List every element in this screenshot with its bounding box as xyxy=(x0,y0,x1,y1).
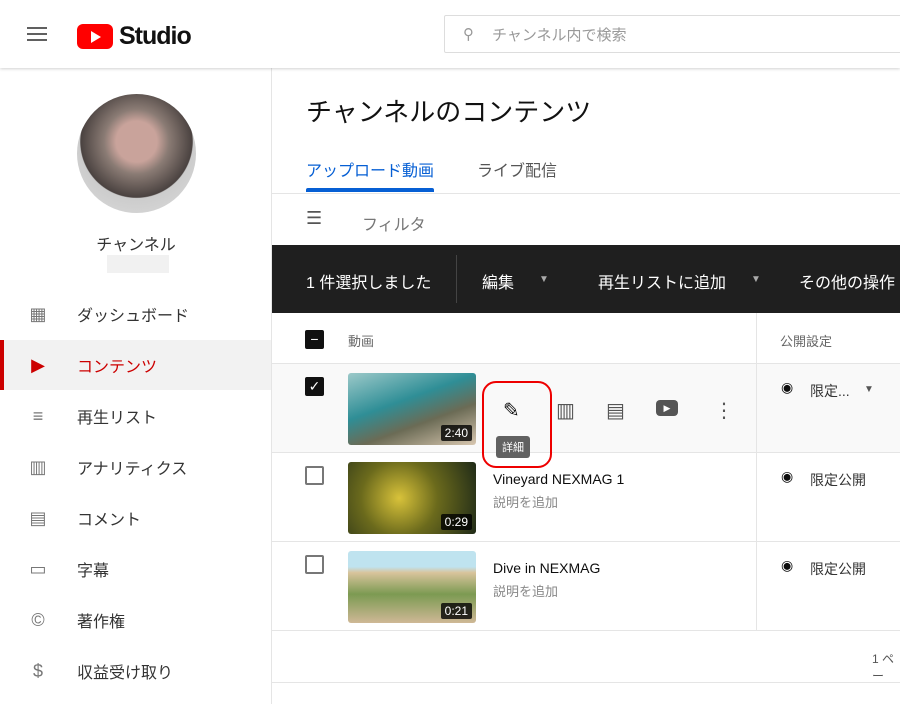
duration: 2:40 xyxy=(440,425,472,441)
column-divider xyxy=(756,313,757,631)
top-bar: Studio ⚲ チャンネル内で検索 xyxy=(0,0,900,68)
tab-live[interactable]: ライブ配信 xyxy=(477,157,557,181)
label: ダッシュボード xyxy=(77,308,190,325)
chevron-down-icon[interactable]: ▼ xyxy=(751,274,761,285)
sidebar-item-monetization[interactable]: $ 収益受け取り xyxy=(0,646,271,696)
edit-dropdown[interactable]: 編集 xyxy=(482,269,514,293)
column-header-visibility: 公開設定 xyxy=(780,334,833,349)
page-title: チャンネルのコンテンツ xyxy=(306,97,592,127)
divider xyxy=(272,193,900,194)
video-description[interactable]: 説明を追加 xyxy=(493,492,558,511)
active-tab-indicator xyxy=(306,188,434,192)
video-title[interactable]: Vineyard NEXMAG 1 xyxy=(493,471,624,487)
video-title[interactable]: Dive in NEXMAG xyxy=(493,560,600,576)
menu-icon[interactable] xyxy=(27,27,47,41)
selection-bar: 1 件選択しました 編集 ▼ 再生リストに追加 ▼ その他の操作 xyxy=(272,245,900,313)
visibility-dropdown[interactable]: 限定... xyxy=(810,381,850,401)
youtube-studio-logo[interactable]: Studio xyxy=(77,22,192,51)
logo-text: Studio xyxy=(119,22,192,50)
channel-name: チャンネル xyxy=(96,237,176,254)
search-placeholder: チャンネル内で検索 xyxy=(492,26,627,44)
row-checkbox[interactable] xyxy=(305,466,324,485)
visibility-label[interactable]: 限定公開 xyxy=(810,470,866,490)
youtube-play-icon xyxy=(77,24,113,49)
comments-icon[interactable]: ▤ xyxy=(606,398,625,423)
column-header-video: 動画 xyxy=(348,334,375,349)
video-thumbnail[interactable]: 2:40 xyxy=(348,373,476,445)
comment-icon: ▤ xyxy=(29,508,47,528)
pagination-label: 1 ペー xyxy=(872,652,895,683)
label: コンテンツ xyxy=(77,359,158,376)
selection-count: 1 件選択しました xyxy=(306,275,432,292)
content-icon: ▶ xyxy=(31,355,45,375)
video-thumbnail[interactable]: 0:29 xyxy=(348,462,476,534)
divider xyxy=(456,255,457,303)
add-to-playlist-dropdown[interactable]: 再生リストに追加 xyxy=(598,269,726,293)
tab-uploads[interactable]: アップロード動画 xyxy=(306,157,434,181)
subtitles-icon: ▭ xyxy=(29,559,47,579)
avatar[interactable] xyxy=(77,94,196,213)
dashboard-icon: ▦ xyxy=(29,304,47,324)
label: 著作権 xyxy=(77,614,126,631)
sidebar-item-content[interactable]: ▶ コンテンツ xyxy=(0,340,271,390)
video-thumbnail[interactable]: 0:21 xyxy=(348,551,476,623)
select-all-checkbox[interactable]: − xyxy=(305,330,324,349)
sidebar-item-subtitles[interactable]: ▭ 字幕 xyxy=(0,544,271,594)
filter-input[interactable]: フィルタ xyxy=(362,211,426,235)
eye-icon: ◉ xyxy=(781,379,794,395)
label: 再生リスト xyxy=(77,410,158,427)
chevron-down-icon[interactable]: ▼ xyxy=(864,384,874,395)
playlist-icon: ≡ xyxy=(32,406,44,426)
duration: 0:29 xyxy=(440,514,472,530)
duration: 0:21 xyxy=(440,603,472,619)
more-actions-dropdown[interactable]: その他の操作 xyxy=(799,269,895,293)
row-checkbox[interactable]: ✓ xyxy=(305,377,324,396)
sidebar-item-playlists[interactable]: ≡ 再生リスト xyxy=(0,391,271,441)
search-icon: ⚲ xyxy=(463,26,474,43)
sidebar-item-dashboard[interactable]: ▦ ダッシュボード xyxy=(0,289,271,339)
chevron-down-icon[interactable]: ▼ xyxy=(539,274,549,285)
video-description[interactable]: 説明を追加 xyxy=(493,581,558,600)
copyright-icon: © xyxy=(31,610,45,630)
label: アナリティクス xyxy=(77,461,188,478)
dollar-icon: $ xyxy=(32,661,43,681)
label: 収益受け取り xyxy=(77,665,174,682)
row-checkbox[interactable] xyxy=(305,555,324,574)
more-vert-icon[interactable]: ⋮ xyxy=(714,398,734,423)
sidebar-item-copyright[interactable]: © 著作権 xyxy=(0,595,271,645)
edit-pencil-icon[interactable]: ✎ xyxy=(503,398,520,423)
divider xyxy=(272,682,900,683)
label: 字幕 xyxy=(77,563,110,580)
search-input[interactable]: ⚲ チャンネル内で検索 xyxy=(444,15,900,53)
label: コメント xyxy=(77,512,142,529)
visibility-label[interactable]: 限定公開 xyxy=(810,559,866,579)
sidebar-item-comments[interactable]: ▤ コメント xyxy=(0,493,271,543)
analytics-icon: ▥ xyxy=(29,457,47,477)
youtube-play-icon[interactable]: ▶ xyxy=(656,400,678,416)
sidebar-item-analytics[interactable]: ▥ アナリティクス xyxy=(0,442,271,492)
eye-icon: ◉ xyxy=(781,557,794,573)
analytics-icon[interactable]: ▥ xyxy=(556,398,575,423)
filter-icon[interactable]: ☰ xyxy=(306,208,322,229)
channel-handle-blurred xyxy=(107,255,169,273)
eye-icon: ◉ xyxy=(781,468,794,484)
